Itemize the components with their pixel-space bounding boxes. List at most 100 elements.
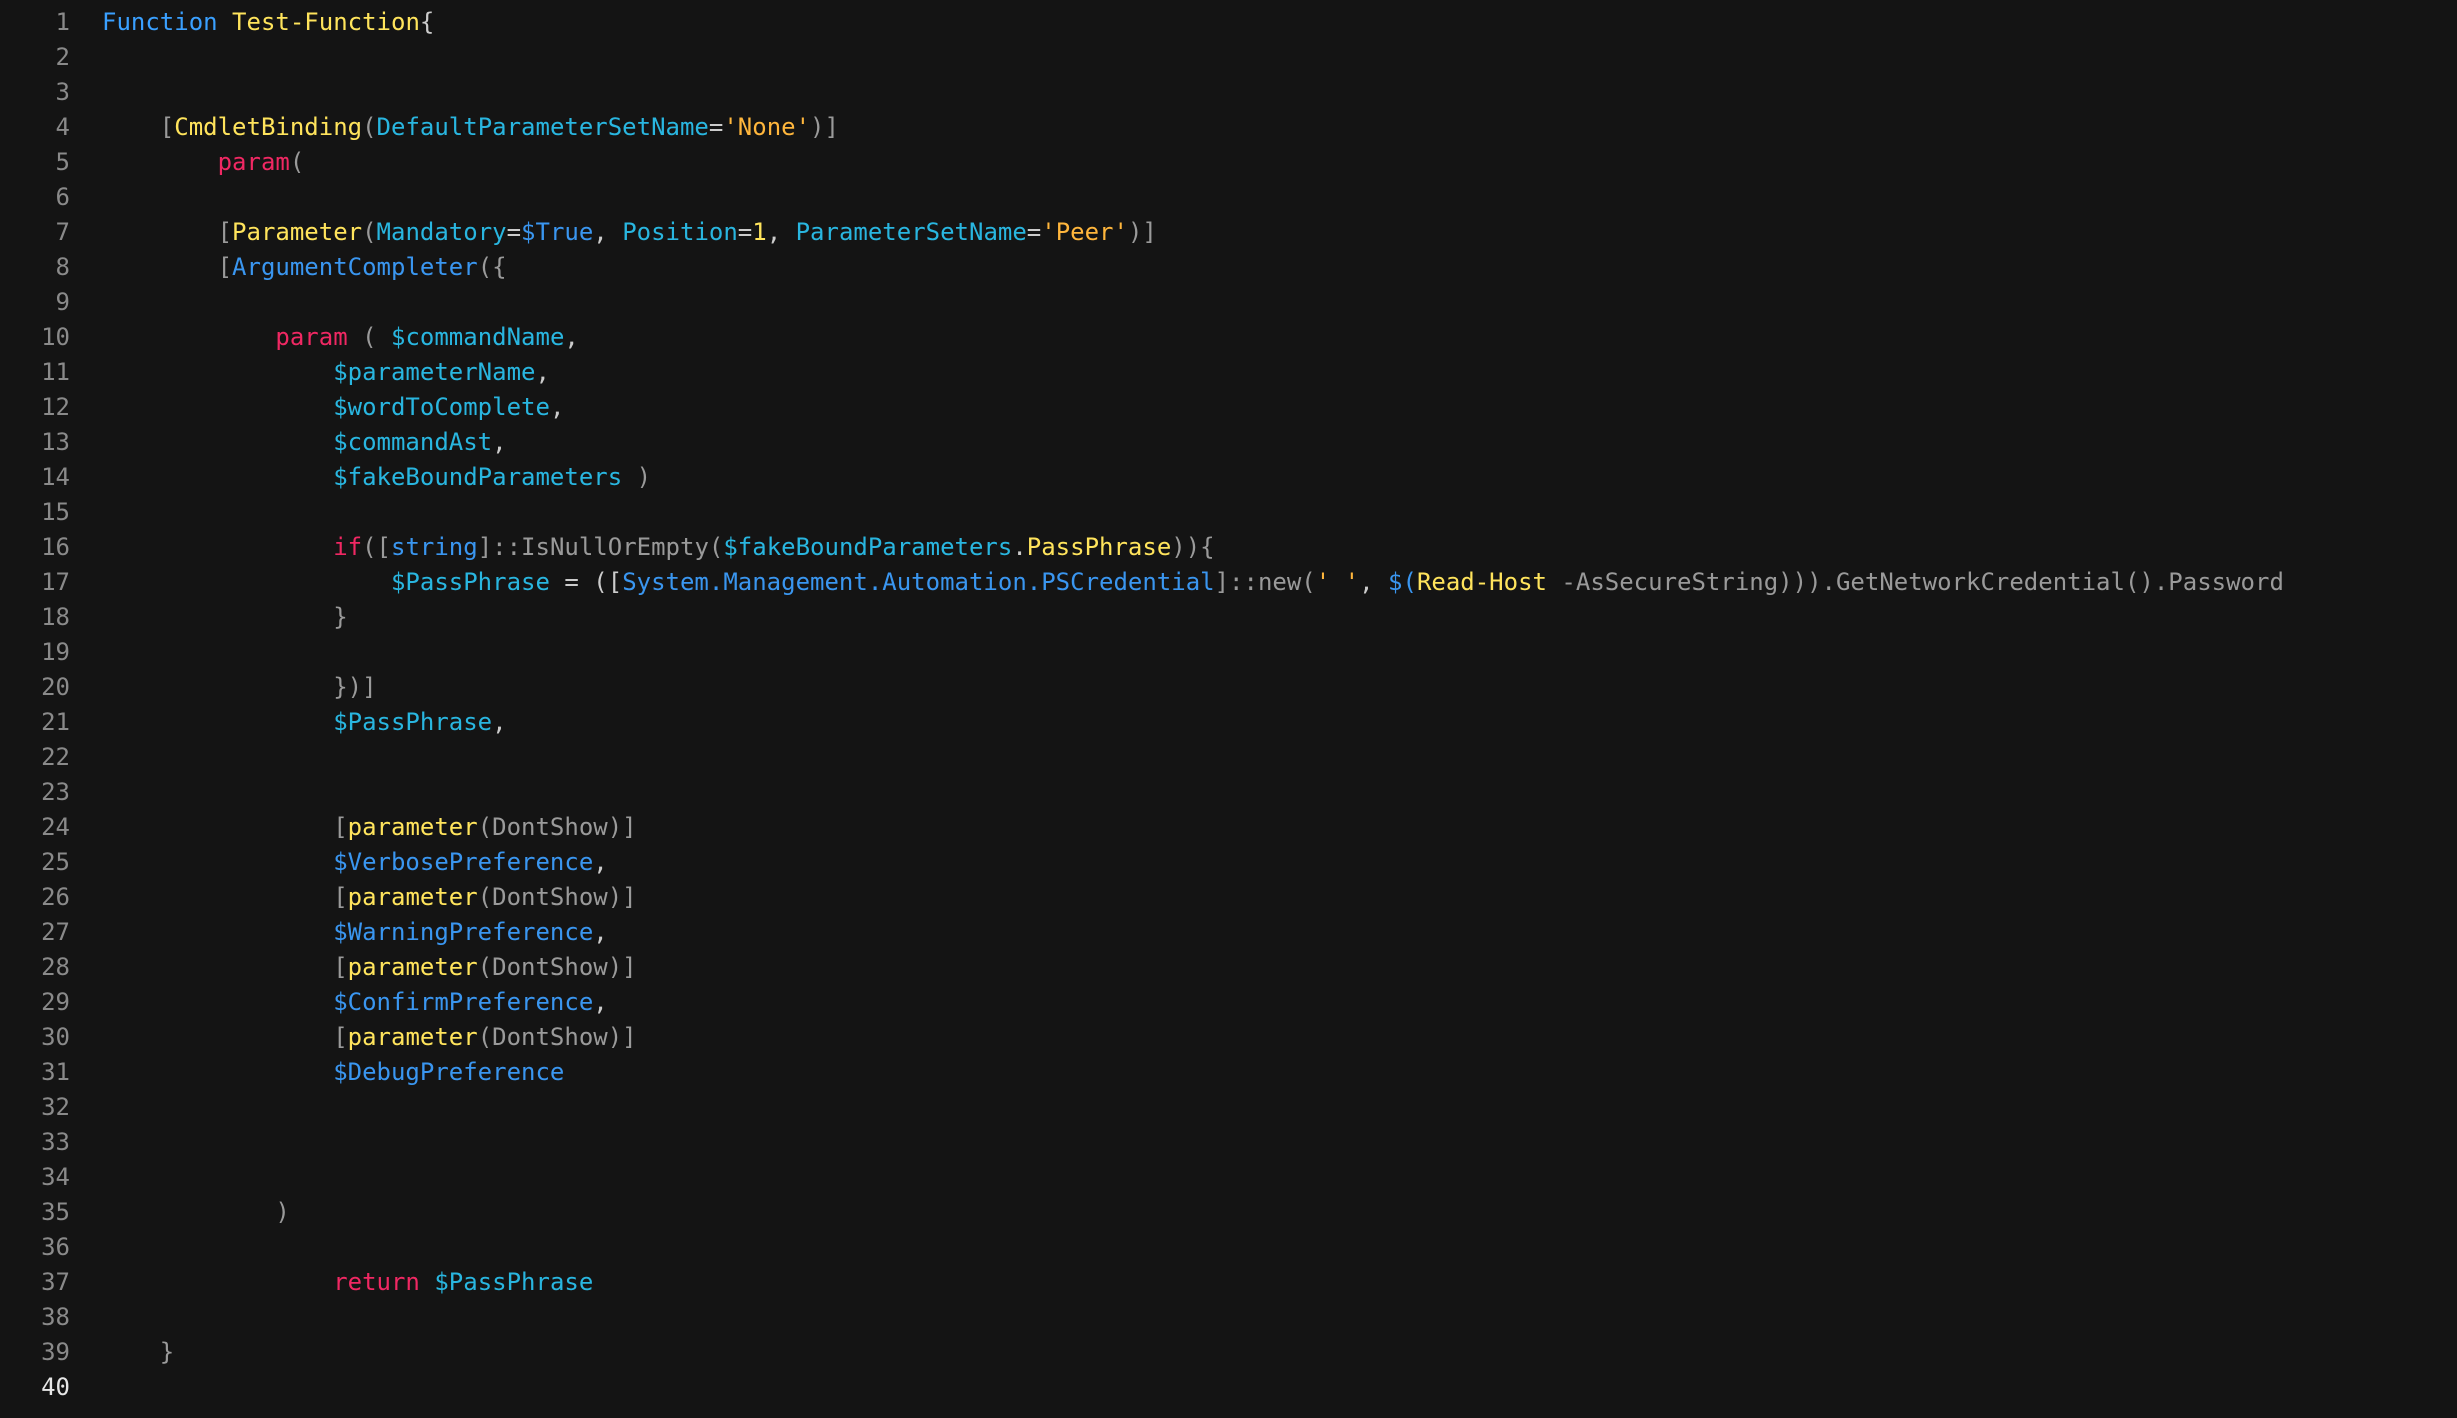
- code-token: {: [419, 8, 435, 36]
- code-token: ,: [593, 988, 608, 1016]
- code-line[interactable]: 22: [0, 740, 2457, 775]
- code-line[interactable]: 25 $VerbosePreference,: [0, 845, 2457, 880]
- code-line[interactable]: 32: [0, 1090, 2457, 1125]
- line-number: 12: [41, 393, 70, 421]
- code-token: ,: [593, 848, 608, 876]
- code-token: Parameter: [232, 218, 363, 246]
- code-token: PassPhrase: [1026, 533, 1172, 561]
- code-token: =: [737, 218, 753, 246]
- code-line[interactable]: 4 [CmdletBinding(DefaultParameterSetName…: [0, 110, 2457, 145]
- code-token: })]: [102, 673, 377, 701]
- code-line[interactable]: 13 $commandAst,: [0, 425, 2457, 460]
- code-line[interactable]: 3: [0, 75, 2457, 110]
- code-token: =: [506, 218, 522, 246]
- code-text: [CmdletBinding(DefaultParameterSetName='…: [102, 110, 839, 145]
- line-number: 1: [55, 8, 70, 36]
- code-token: 'Peer': [1041, 218, 1128, 246]
- code-token: $parameterName: [333, 358, 536, 386]
- code-line[interactable]: 37 return $PassPhrase: [0, 1265, 2457, 1300]
- line-number: 23: [41, 778, 70, 806]
- line-number: 15: [41, 498, 70, 526]
- code-text: [parameter(DontShow)]: [102, 1020, 637, 1055]
- code-token: parameter: [347, 953, 478, 981]
- code-token: ): [102, 1198, 290, 1226]
- code-token: [: [102, 218, 233, 246]
- code-line[interactable]: 9: [0, 285, 2457, 320]
- code-line[interactable]: 12 $wordToComplete,: [0, 390, 2457, 425]
- code-text: [Parameter(Mandatory=$True, Position=1, …: [102, 215, 1157, 250]
- code-text: $parameterName,: [102, 355, 550, 390]
- line-number: 17: [41, 568, 70, 596]
- code-line[interactable]: 17 $PassPhrase = ([System.Management.Aut…: [0, 565, 2457, 600]
- line-number: 37: [41, 1268, 70, 1296]
- code-token: ArgumentCompleter: [232, 253, 478, 281]
- code-line[interactable]: 18 }: [0, 600, 2457, 635]
- code-line[interactable]: 10 param ( $commandName,: [0, 320, 2457, 355]
- code-line[interactable]: 14 $fakeBoundParameters ): [0, 460, 2457, 495]
- code-token: 'None': [723, 113, 811, 141]
- code-line[interactable]: 5 param(: [0, 145, 2457, 180]
- code-token: ]::IsNullOrEmpty(: [477, 533, 724, 561]
- code-token: DefaultParameterSetName: [376, 113, 709, 141]
- code-line[interactable]: 11 $parameterName,: [0, 355, 2457, 390]
- code-line[interactable]: 31 $DebugPreference: [0, 1055, 2457, 1090]
- line-number: 34: [41, 1163, 70, 1191]
- code-text: }: [102, 1335, 174, 1370]
- code-line[interactable]: 28 [parameter(DontShow)]: [0, 950, 2457, 985]
- code-token: $ConfirmPreference: [333, 988, 594, 1016]
- code-line[interactable]: 24 [parameter(DontShow)]: [0, 810, 2457, 845]
- code-line[interactable]: 29 $ConfirmPreference,: [0, 985, 2457, 1020]
- code-line[interactable]: 2: [0, 40, 2457, 75]
- code-line[interactable]: 1 Function Test-Function{: [0, 5, 2457, 40]
- code-line[interactable]: 36: [0, 1230, 2457, 1265]
- line-number: 11: [41, 358, 70, 386]
- code-line[interactable]: 30 [parameter(DontShow)]: [0, 1020, 2457, 1055]
- code-line[interactable]: 34: [0, 1160, 2457, 1195]
- line-number: 10: [41, 323, 70, 351]
- code-line[interactable]: 38: [0, 1300, 2457, 1335]
- code-text: }: [102, 600, 347, 635]
- code-line[interactable]: 7 [Parameter(Mandatory=$True, Position=1…: [0, 215, 2457, 250]
- code-token: [: [102, 813, 348, 841]
- code-token: =: [1026, 218, 1042, 246]
- code-line[interactable]: 15: [0, 495, 2457, 530]
- code-line[interactable]: 8 [ArgumentCompleter({: [0, 250, 2457, 285]
- line-number: 29: [41, 988, 70, 1016]
- code-line[interactable]: 33: [0, 1125, 2457, 1160]
- code-line[interactable]: 6: [0, 180, 2457, 215]
- line-number: 32: [41, 1093, 70, 1121]
- code-text: param ( $commandName,: [102, 320, 578, 355]
- code-line[interactable]: 19: [0, 635, 2457, 670]
- code-text: $wordToComplete,: [102, 390, 564, 425]
- line-number: 14: [41, 463, 70, 491]
- line-number: 28: [41, 953, 70, 981]
- code-token: -AsSecureString))).GetNetworkCredential(…: [1546, 568, 2284, 596]
- code-token: ParameterSetName: [795, 218, 1027, 246]
- line-number: 22: [41, 743, 70, 771]
- code-token: (: [289, 148, 305, 176]
- code-editor[interactable]: 1 Function Test-Function{2 3 4 [CmdletBindi…: [0, 0, 2457, 1418]
- code-line[interactable]: 35 ): [0, 1195, 2457, 1230]
- code-line[interactable]: 40: [0, 1370, 2457, 1405]
- code-text: [parameter(DontShow)]: [102, 950, 636, 985]
- code-line[interactable]: 16 if([string]::IsNullOrEmpty($fakeBound…: [0, 530, 2457, 565]
- code-token: )]: [810, 113, 839, 141]
- code-line[interactable]: 20 })]: [0, 670, 2457, 705]
- code-token: (DontShow)]: [477, 1023, 637, 1051]
- code-token: [: [102, 883, 348, 911]
- code-line[interactable]: 39 }: [0, 1335, 2457, 1370]
- line-number: 25: [41, 848, 70, 876]
- code-line[interactable]: 21 $PassPhrase,: [0, 705, 2457, 740]
- code-line[interactable]: 26 [parameter(DontShow)]: [0, 880, 2457, 915]
- line-number: 38: [41, 1303, 70, 1331]
- code-token: parameter: [347, 883, 478, 911]
- code-line[interactable]: 27 $WarningPreference,: [0, 915, 2457, 950]
- code-token: $fakeBoundParameters: [333, 463, 623, 491]
- code-line[interactable]: 23: [0, 775, 2457, 810]
